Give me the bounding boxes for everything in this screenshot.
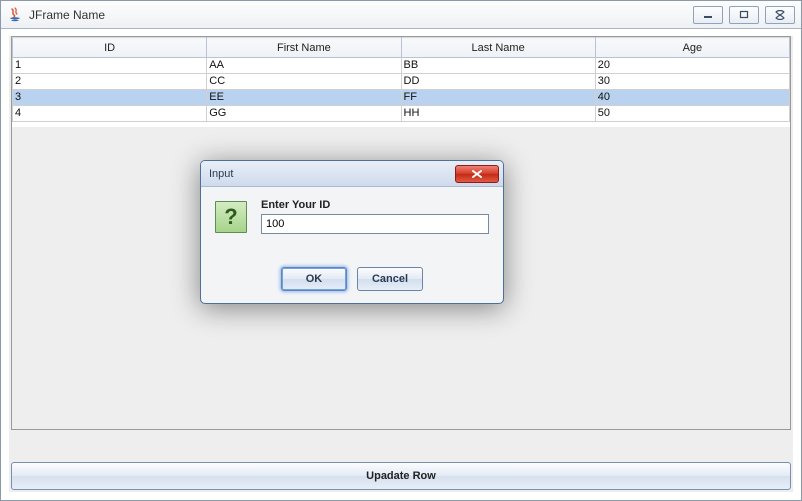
minimize-button[interactable]	[693, 6, 723, 24]
dialog-prompt-label: Enter Your ID	[261, 199, 489, 211]
table-cell[interactable]: AA	[207, 58, 401, 74]
table-row[interactable]: 2CCDD30	[13, 74, 790, 90]
dialog-button-row: OK Cancel	[201, 267, 503, 303]
table-cell[interactable]: EE	[207, 90, 401, 106]
table-cell[interactable]: CC	[207, 74, 401, 90]
table-cell[interactable]: 4	[13, 106, 207, 122]
dialog-fields: Enter Your ID	[261, 199, 489, 261]
dialog-titlebar: Input	[201, 161, 503, 187]
window-controls	[693, 6, 795, 24]
table-cell[interactable]: HH	[401, 106, 595, 122]
data-table[interactable]: IDFirst NameLast NameAge 1AABB202CCDD303…	[12, 37, 790, 122]
table-row[interactable]: 4GGHH50	[13, 106, 790, 122]
column-header[interactable]: First Name	[207, 38, 401, 58]
table-cell[interactable]: 3	[13, 90, 207, 106]
window-title: JFrame Name	[29, 8, 693, 22]
table-cell[interactable]: 20	[595, 58, 789, 74]
table-row[interactable]: 1AABB20	[13, 58, 790, 74]
question-icon: ?	[215, 201, 247, 233]
column-header[interactable]: Last Name	[401, 38, 595, 58]
column-header[interactable]: ID	[13, 38, 207, 58]
dialog-cancel-button[interactable]: Cancel	[357, 267, 423, 291]
table-cell[interactable]: 50	[595, 106, 789, 122]
close-button[interactable]	[765, 6, 795, 24]
bottom-button-bar: Upadate Row	[11, 462, 791, 490]
dialog-title: Input	[209, 168, 455, 180]
java-icon	[7, 7, 23, 23]
dialog-id-input[interactable]	[261, 214, 489, 234]
table-cell[interactable]: DD	[401, 74, 595, 90]
maximize-button[interactable]	[729, 6, 759, 24]
input-dialog-wrapper: Input ? Enter Your ID OK Cancel	[200, 160, 504, 304]
input-dialog: Input ? Enter Your ID OK Cancel	[200, 160, 504, 304]
table-cell[interactable]: 40	[595, 90, 789, 106]
table-cell[interactable]: GG	[207, 106, 401, 122]
table-row[interactable]: 3EEFF40	[13, 90, 790, 106]
dialog-ok-button[interactable]: OK	[281, 267, 347, 291]
table-cell[interactable]: 1	[13, 58, 207, 74]
dialog-body: ? Enter Your ID	[201, 187, 503, 267]
table-cell[interactable]: BB	[401, 58, 595, 74]
window-titlebar: JFrame Name	[1, 1, 801, 29]
column-header[interactable]: Age	[595, 38, 789, 58]
dialog-close-button[interactable]	[455, 165, 499, 183]
update-row-button[interactable]: Upadate Row	[11, 462, 791, 490]
table-cell[interactable]: 30	[595, 74, 789, 90]
table-cell[interactable]: 2	[13, 74, 207, 90]
table-cell[interactable]: FF	[401, 90, 595, 106]
